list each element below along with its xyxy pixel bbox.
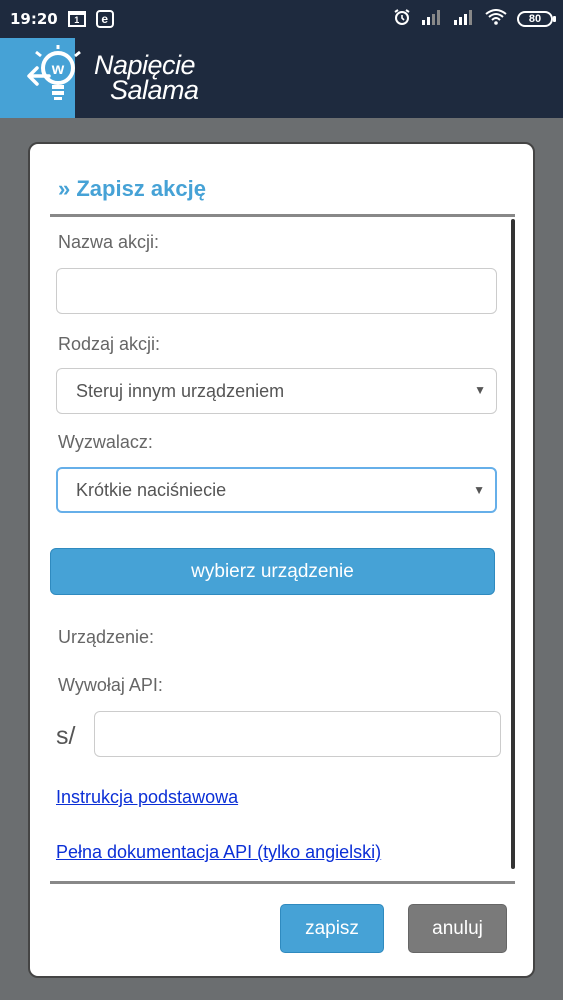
full-api-docs-link[interactable]: Pełna dokumentacja API (tylko angielski) xyxy=(56,842,381,863)
dropdown-arrow-icon: ▼ xyxy=(473,483,485,497)
scrollbar[interactable] xyxy=(511,219,515,869)
logo-text: Napięcie Salama xyxy=(94,50,199,105)
alarm-icon xyxy=(393,8,411,30)
e-app-icon: e xyxy=(95,10,114,28)
dropdown-arrow-icon: ▼ xyxy=(474,383,486,397)
api-prefix: s/ xyxy=(56,722,76,750)
svg-text:w: w xyxy=(51,61,65,78)
save-action-dialog: » Zapisz akcję Nazwa akcji: Rodzaj akcji… xyxy=(28,142,535,978)
dialog-body[interactable]: Nazwa akcji: Rodzaj akcji: Steruj innym … xyxy=(50,214,515,884)
dialog-title: » Zapisz akcję xyxy=(58,176,206,201)
lightbulb-icon: w xyxy=(30,44,86,113)
status-time: 19:20 xyxy=(10,10,58,28)
action-type-label: Rodzaj akcji: xyxy=(58,334,161,354)
device-label: Urządzenie: xyxy=(58,627,155,647)
trigger-label: Wyzwalacz: xyxy=(58,432,153,452)
battery-icon: 80 xyxy=(517,11,556,27)
action-type-select[interactable]: Steruj innym urządzeniem ▼ xyxy=(56,368,497,414)
action-type-value: Steruj innym urządzeniem xyxy=(76,380,285,401)
action-name-input[interactable] xyxy=(56,268,497,314)
wifi-icon xyxy=(485,9,507,29)
action-name-label: Nazwa akcji: xyxy=(58,232,160,252)
signal-icon-1 xyxy=(421,9,443,29)
app-header: w Napięcie Salama xyxy=(0,38,563,118)
status-bar: 19:20 1 e 80 xyxy=(0,0,563,38)
trigger-value: Krótkie naciśniecie xyxy=(76,479,227,500)
signal-icon-2 xyxy=(453,9,475,29)
app-logo: w Napięcie Salama xyxy=(30,38,199,118)
trigger-select[interactable]: Krótkie naciśniecie ▼ xyxy=(56,467,497,513)
cancel-button[interactable]: anuluj xyxy=(408,904,507,953)
basic-instructions-link[interactable]: Instrukcja podstawowa xyxy=(56,787,238,808)
api-label: Wywołaj API: xyxy=(58,675,163,695)
api-input[interactable] xyxy=(94,711,501,757)
save-button[interactable]: zapisz xyxy=(280,904,384,953)
choose-device-button[interactable]: wybierz urządzenie xyxy=(50,548,495,595)
calendar-icon: 1 xyxy=(67,11,86,27)
